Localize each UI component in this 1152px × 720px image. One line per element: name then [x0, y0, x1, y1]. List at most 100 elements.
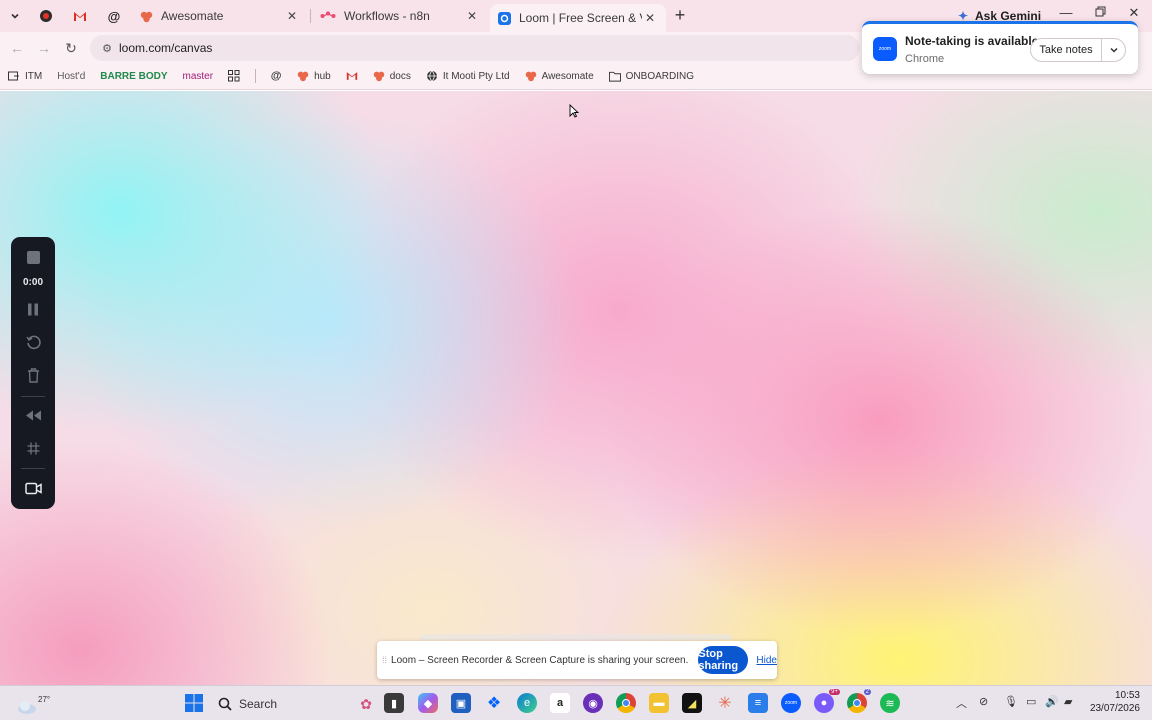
url-text: loom.com/canvas — [119, 41, 213, 55]
bookmark-threads[interactable]: @ — [270, 70, 282, 82]
bookmarks-divider — [255, 69, 257, 83]
close-icon[interactable]: ✕ — [464, 9, 480, 23]
pinned-tab-gmail[interactable] — [64, 4, 96, 28]
edge-icon: e — [523, 697, 531, 709]
taskbar-claude[interactable]: ✳ — [715, 693, 735, 713]
tray-overflow-icon[interactable]: ︿ — [956, 695, 967, 711]
taskbar-zoom[interactable]: zoom — [781, 693, 801, 713]
clock-time: 10:53 — [1114, 690, 1140, 701]
rewind-button[interactable] — [11, 407, 55, 423]
folder-icon — [608, 70, 621, 82]
camera-toggle-button[interactable] — [11, 480, 55, 496]
messenger-icon: ● — [820, 697, 828, 709]
tab-title: Workflows - n8n — [344, 9, 430, 23]
gmail-icon — [74, 11, 86, 21]
taskbar-dropbox[interactable]: ❖ — [484, 693, 504, 713]
tab-separator — [310, 9, 311, 23]
address-bar[interactable]: ⚙ loom.com/canvas — [90, 35, 860, 61]
chevron-down-icon — [11, 13, 19, 19]
weather-widget[interactable]: 27° — [14, 690, 50, 718]
bookmark-it-mooti[interactable]: It Mooti Pty Ltd — [426, 70, 510, 82]
delete-button[interactable] — [11, 367, 55, 383]
bookmark-itm[interactable]: ITM — [8, 70, 42, 82]
bookmark-label: docs — [389, 70, 411, 82]
loom-flower-icon — [373, 70, 385, 82]
bookmark-hub[interactable]: hub — [297, 70, 331, 82]
taskbar-edge[interactable]: e — [517, 693, 537, 713]
tab-loom[interactable]: Loom | Free Screen & Video Re ✕ — [490, 4, 666, 32]
notification-badge: 9+ — [829, 689, 840, 695]
temperature-text: 27° — [38, 695, 51, 704]
stop-recording-button[interactable] — [11, 249, 55, 265]
rewind-icon — [25, 410, 41, 420]
microphone-icon[interactable]: 🎙 — [1004, 695, 1018, 708]
forward-button[interactable]: → — [34, 38, 54, 58]
tab-search-button[interactable] — [6, 7, 24, 25]
drag-handle-icon[interactable]: ⁞⁞ — [382, 655, 387, 665]
hide-banner-link[interactable]: Hide — [756, 655, 777, 666]
taskbar-spotify[interactable]: ≋ — [880, 693, 900, 713]
chevron-down-icon — [1109, 47, 1118, 53]
recorder-divider — [21, 468, 45, 469]
take-notes-dropdown[interactable] — [1101, 38, 1126, 62]
taskbar-messenger[interactable]: ● 9+ — [814, 689, 840, 713]
bookmark-label: ITM — [25, 70, 43, 82]
loom-flower-icon — [297, 70, 309, 82]
reload-icon: ↻ — [65, 40, 77, 56]
start-button[interactable] — [184, 693, 204, 713]
tab-awesomate[interactable]: Awesomate ✕ — [132, 4, 308, 28]
new-tab-button[interactable]: + — [670, 6, 690, 26]
bookmark-awesomate[interactable]: Awesomate — [525, 70, 594, 82]
clock-date: 23/07/2026 — [1089, 703, 1140, 714]
taskbar-chrome-profile[interactable]: 2 — [847, 689, 871, 713]
taskbar-search[interactable]: Search ✿ — [218, 691, 378, 717]
reload-button[interactable]: ↻ — [61, 38, 81, 58]
taskbar-copilot[interactable]: ◆ — [418, 693, 438, 713]
windows-taskbar: 27° Search ✿ ▮ ◆ ▣ ❖ e a ◉ ▬ ◢ ✳ ≡ zoom … — [0, 685, 1152, 720]
bookmark-apps[interactable] — [228, 70, 240, 82]
pinned-tab-threads[interactable]: @ — [98, 4, 130, 28]
recorder-divider — [21, 396, 45, 397]
drawing-tool-button[interactable] — [11, 440, 55, 456]
pinned-tab-record[interactable] — [30, 4, 62, 28]
loom-recorder-bar: 0:00 — [11, 237, 55, 509]
restart-button[interactable] — [11, 334, 55, 350]
taskbar-task-view[interactable]: ▮ — [384, 693, 404, 713]
taskbar-chrome[interactable] — [616, 693, 636, 713]
loom-canvas — [0, 91, 1152, 685]
tab-n8n[interactable]: Workflows - n8n ✕ — [312, 4, 488, 28]
bookmark-hostd[interactable]: Host'd — [57, 71, 85, 82]
taskbar-file-explorer[interactable]: ▬ — [649, 693, 669, 713]
taskbar-sticky-app[interactable]: ◢ — [682, 693, 702, 713]
mouse-cursor-icon — [569, 104, 579, 118]
taskbar-podcasts[interactable]: ◉ — [583, 693, 603, 713]
bookmark-barre-body[interactable]: BARRE BODY — [100, 71, 167, 82]
location-off-icon[interactable]: ⊘ — [979, 695, 988, 708]
stop-square-icon — [26, 250, 40, 264]
network-icon[interactable]: ▭ — [1026, 695, 1036, 708]
close-icon[interactable]: ✕ — [284, 9, 300, 23]
battery-icon[interactable]: ▰ — [1064, 695, 1072, 708]
pause-button[interactable] — [11, 301, 55, 317]
site-info-icon[interactable]: ⚙ — [97, 42, 117, 55]
close-icon[interactable]: ✕ — [642, 11, 658, 25]
at-sign-icon: @ — [270, 70, 282, 82]
bookmark-docs[interactable]: docs — [373, 70, 411, 82]
n8n-icon — [320, 11, 336, 18]
back-button[interactable]: ← — [7, 38, 27, 58]
task-view-icon: ▮ — [390, 697, 398, 710]
bookmark-gmail[interactable] — [346, 70, 358, 82]
globe-icon — [426, 70, 438, 82]
take-notes-button[interactable]: Take notes — [1030, 38, 1102, 62]
taskbar-amazon[interactable]: a — [550, 693, 570, 713]
taskbar-notepad[interactable]: ≡ — [748, 693, 768, 713]
taskbar-clock[interactable]: 10:53 23/07/2026 — [1088, 689, 1140, 715]
volume-icon[interactable]: 🔊 — [1045, 695, 1059, 708]
taskbar-store[interactable]: ▣ — [451, 693, 471, 713]
bookmark-label: It Mooti Pty Ltd — [442, 70, 510, 82]
bookmark-master[interactable]: master — [183, 71, 214, 82]
stop-sharing-button[interactable]: Stop sharing — [698, 646, 749, 674]
search-icon — [218, 697, 232, 711]
bookmark-onboarding[interactable]: ONBOARDING — [608, 70, 694, 82]
recording-timer: 0:00 — [22, 276, 43, 288]
